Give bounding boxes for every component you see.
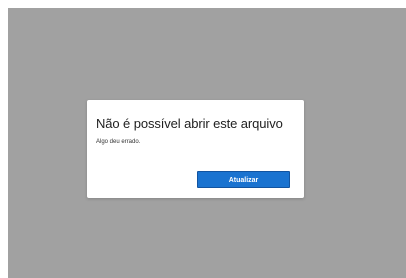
app-backdrop: Não é possível abrir este arquivo Algo d… [8,8,406,278]
error-dialog: Não é possível abrir este arquivo Algo d… [87,100,304,198]
refresh-button[interactable]: Atualizar [197,171,290,188]
dialog-title: Não é possível abrir este arquivo [96,116,283,131]
dialog-message: Algo deu errado. [96,139,141,145]
